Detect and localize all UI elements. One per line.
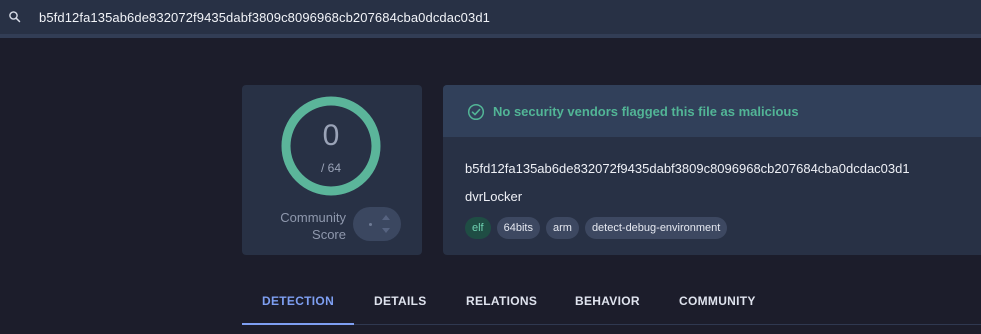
detection-score-card: 0 / 64 Community Score — [242, 85, 422, 255]
search-input[interactable]: b5fd12fa135ab6de832072f9435dabf3809c8096… — [39, 10, 490, 25]
tag-64bits[interactable]: 64bits — [496, 217, 540, 239]
search-icon[interactable] — [8, 10, 22, 24]
tab-detection[interactable]: DETECTION — [262, 279, 334, 325]
search-bar-divider — [0, 34, 981, 38]
community-score-value-icon — [369, 223, 372, 226]
tab-community[interactable]: COMMUNITY — [679, 279, 756, 325]
tab-relations[interactable]: RELATIONS — [466, 279, 537, 325]
detection-count: 0 — [322, 119, 340, 152]
active-tab-indicator — [242, 323, 354, 325]
community-vote-control[interactable] — [353, 207, 401, 241]
community-score-label-line1: Community — [280, 210, 346, 225]
tab-details[interactable]: DETAILS — [374, 279, 427, 325]
tab-behavior[interactable]: BEHAVIOR — [575, 279, 640, 325]
file-name: dvrLocker — [465, 189, 523, 204]
verdict-banner: No security vendors flagged this file as… — [443, 85, 981, 137]
upvote-icon[interactable] — [382, 215, 390, 220]
community-score-label-line2: Score — [312, 227, 346, 242]
file-info-card: No security vendors flagged this file as… — [443, 85, 981, 255]
tag-arm[interactable]: arm — [545, 217, 579, 239]
community-score-label: Community Score — [268, 209, 346, 243]
tag-elf[interactable]: elf — [465, 217, 491, 239]
report-tabs: DETECTION DETAILS RELATIONS BEHAVIOR COM… — [242, 279, 981, 325]
verdict-text: No security vendors flagged this file as… — [493, 104, 799, 119]
search-bar[interactable]: b5fd12fa135ab6de832072f9435dabf3809c8096… — [0, 0, 981, 38]
file-tags: elf 64bits arm detect-debug-environment — [465, 217, 728, 239]
tag-detect-debug-environment[interactable]: detect-debug-environment — [584, 217, 728, 239]
detection-total: / 64 — [320, 161, 341, 175]
check-circle-icon — [467, 103, 485, 121]
file-hash: b5fd12fa135ab6de832072f9435dabf3809c8096… — [465, 161, 910, 176]
downvote-icon[interactable] — [382, 228, 390, 233]
